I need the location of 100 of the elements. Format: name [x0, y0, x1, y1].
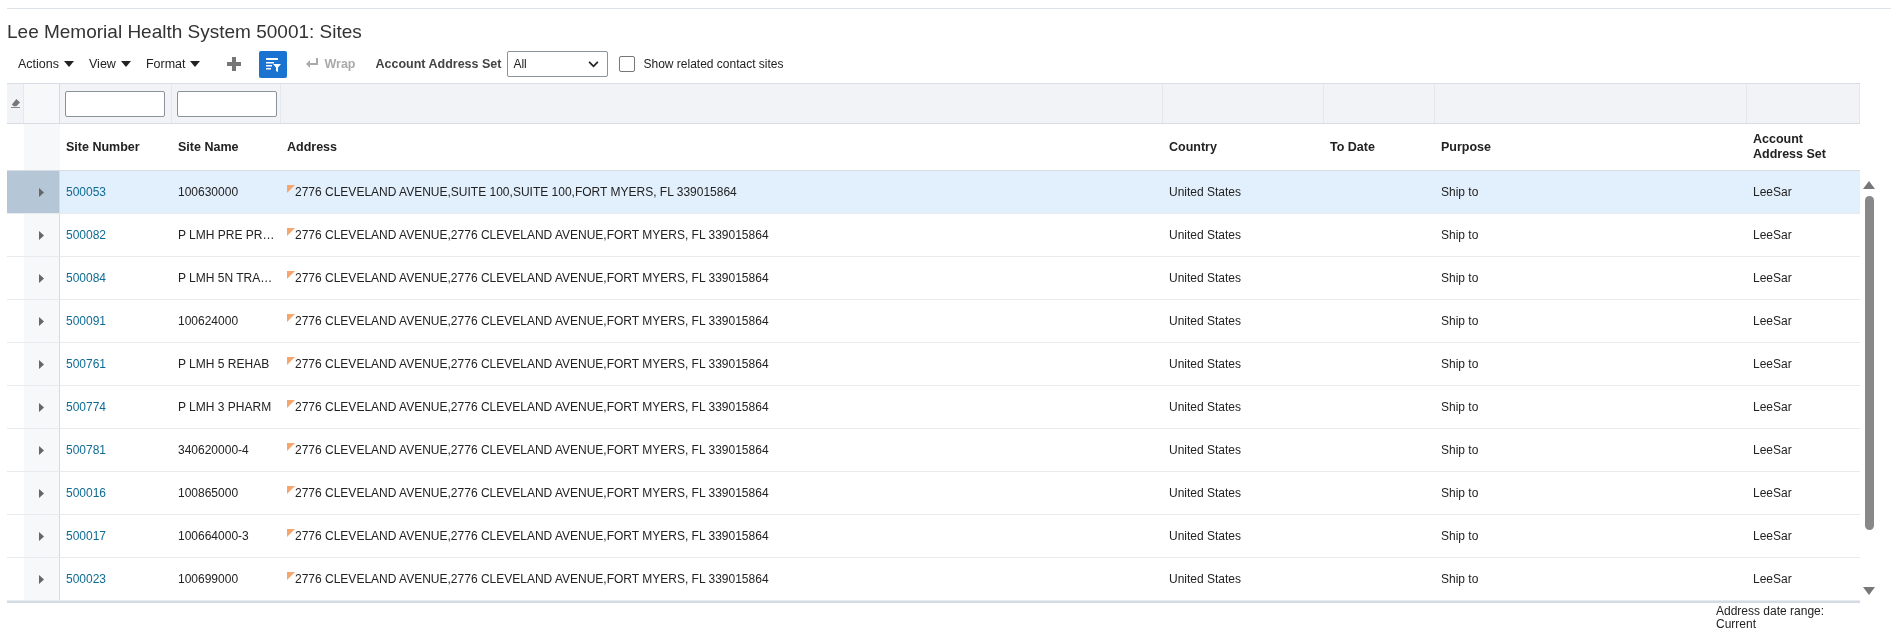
flag-icon — [287, 357, 295, 365]
address-set-cell: LeeSar — [1753, 486, 1792, 500]
site-name-cell: 100664000-3 — [178, 529, 249, 543]
site-name-cell: 100865000 — [178, 486, 239, 500]
menu-button[interactable]: Format — [135, 57, 206, 71]
filter-icon — [265, 56, 282, 72]
column-header[interactable]: Site Number — [66, 139, 140, 155]
flag-icon — [287, 529, 295, 537]
expand-triangle-icon[interactable] — [39, 402, 44, 412]
scroll-down-icon[interactable] — [1863, 587, 1875, 595]
table-row[interactable]: 500084 P LMH 5N TRA… 2776 CLEVELAND AVENUE,2776 CLEVELAND AVENUE,FORT MYERS, FL 339015864 United States Ship to LeeSar — [7, 257, 1860, 300]
address-cell: 2776 CLEVELAND AVENUE,2776 CLEVELAND AVENUE,FORT MYERS, FL 339015864 — [295, 271, 769, 285]
menu-button[interactable]: View — [79, 57, 136, 71]
site-number-link[interactable]: 500017 — [66, 529, 107, 543]
table-row[interactable]: 500053 100630000 2776 CLEVELAND AVENUE,SUITE 100,SUITE 100,FORT MYERS, FL 339015864 United States Ship to LeeSar — [7, 171, 1860, 214]
related-sites-checkbox[interactable] — [619, 56, 636, 72]
address-cell: 2776 CLEVELAND AVENUE,SUITE 100,SUITE 100,FORT MYERS, FL 339015864 — [295, 185, 737, 199]
table-row[interactable]: 500023 100699000 2776 CLEVELAND AVENUE,2776 CLEVELAND AVENUE,FORT MYERS, FL 339015864 United States Ship to LeeSar — [7, 558, 1860, 601]
table-row[interactable]: 500761 P LMH 5 REHAB 2776 CLEVELAND AVENUE,2776 CLEVELAND AVENUE,FORT MYERS, FL 339015864 United States Ship to LeeSar — [7, 343, 1860, 386]
column-header[interactable]: Site Name — [178, 139, 239, 155]
purpose-cell: Ship to — [1441, 228, 1479, 242]
column-header[interactable]: To Date — [1330, 139, 1375, 155]
flag-icon — [287, 185, 295, 193]
site-name-cell: P LMH 3 PHARM — [178, 400, 272, 414]
expand-triangle-icon[interactable] — [39, 187, 44, 197]
caret-icon — [64, 61, 74, 67]
row-selector-cell[interactable] — [7, 171, 24, 213]
country-cell: United States — [1169, 228, 1242, 242]
address-cell: 2776 CLEVELAND AVENUE,2776 CLEVELAND AVENUE,FORT MYERS, FL 339015864 — [295, 572, 769, 586]
address-set-label: Account Address Set — [375, 57, 502, 71]
site-number-link[interactable]: 500091 — [66, 314, 107, 328]
expand-triangle-icon[interactable] — [39, 531, 44, 541]
site-number-link[interactable]: 500781 — [66, 443, 107, 457]
purpose-cell: Ship to — [1441, 357, 1479, 371]
address-cell: 2776 CLEVELAND AVENUE,2776 CLEVELAND AVENUE,FORT MYERS, FL 339015864 — [295, 529, 769, 543]
address-cell: 2776 CLEVELAND AVENUE,2776 CLEVELAND AVENUE,FORT MYERS, FL 339015864 — [295, 228, 769, 242]
address-cell: 2776 CLEVELAND AVENUE,2776 CLEVELAND AVENUE,FORT MYERS, FL 339015864 — [295, 314, 769, 328]
purpose-cell: Ship to — [1441, 271, 1479, 285]
flag-icon — [287, 572, 295, 580]
site-number-link[interactable]: 500774 — [66, 400, 107, 414]
address-cell: 2776 CLEVELAND AVENUE,2776 CLEVELAND AVENUE,FORT MYERS, FL 339015864 — [295, 400, 769, 414]
scroll-up-icon[interactable] — [1863, 181, 1875, 189]
expand-triangle-icon[interactable] — [39, 273, 44, 283]
site-name-cell: P LMH 5 REHAB — [178, 357, 270, 371]
purpose-cell: Ship to — [1441, 185, 1479, 199]
flag-icon — [287, 486, 295, 494]
expand-triangle-icon[interactable] — [39, 445, 44, 455]
add-icon[interactable] — [227, 57, 242, 71]
table-row[interactable]: 500017 100664000-3 2776 CLEVELAND AVENUE,2776 CLEVELAND AVENUE,FORT MYERS, FL 339015864 United States Ship to LeeSar — [7, 515, 1860, 558]
site-number-link[interactable]: 500761 — [66, 357, 107, 371]
address-set-cell: LeeSar — [1753, 400, 1792, 414]
flag-icon — [287, 314, 295, 322]
site-number-link[interactable]: 500082 — [66, 228, 107, 242]
site-name-filter-field[interactable] — [177, 90, 277, 117]
expand-triangle-icon[interactable] — [39, 574, 44, 584]
address-cell: 2776 CLEVELAND AVENUE,2776 CLEVELAND AVENUE,FORT MYERS, FL 339015864 — [295, 357, 769, 371]
flag-icon — [287, 400, 295, 408]
expand-triangle-icon[interactable] — [39, 359, 44, 369]
purpose-cell: Ship to — [1441, 443, 1479, 457]
column-header[interactable]: Purpose — [1441, 139, 1491, 155]
filter-toggle-button[interactable] — [259, 50, 288, 78]
site-number-link[interactable]: 500016 — [66, 486, 107, 500]
site-name-cell: 100630000 — [178, 185, 239, 199]
table-row[interactable]: 500016 100865000 2776 CLEVELAND AVENUE,2776 CLEVELAND AVENUE,FORT MYERS, FL 339015864 United States Ship to LeeSar — [7, 472, 1860, 515]
flag-icon — [287, 271, 295, 279]
expand-triangle-icon[interactable] — [39, 230, 44, 240]
chevron-down-icon — [588, 60, 600, 68]
table-row[interactable]: 500091 100624000 2776 CLEVELAND AVENUE,2776 CLEVELAND AVENUE,FORT MYERS, FL 339015864 United States Ship to LeeSar — [7, 300, 1860, 343]
column-header[interactable]: Country — [1169, 139, 1217, 155]
site-number-filter-field[interactable] — [65, 90, 165, 117]
date-range-value: Current — [1716, 618, 1757, 631]
menu-button[interactable]: Actions — [7, 57, 79, 71]
site-number-link[interactable]: 500023 — [66, 572, 107, 586]
site-number-link[interactable]: 500084 — [66, 271, 107, 285]
table-row[interactable]: 500774 P LMH 3 PHARM 2776 CLEVELAND AVENUE,2776 CLEVELAND AVENUE,FORT MYERS, FL 339015864 United States Ship to LeeSar — [7, 386, 1860, 429]
address-cell: 2776 CLEVELAND AVENUE,2776 CLEVELAND AVENUE,FORT MYERS, FL 339015864 — [295, 486, 769, 500]
eraser-icon[interactable] — [10, 99, 20, 108]
address-cell: 2776 CLEVELAND AVENUE,2776 CLEVELAND AVENUE,FORT MYERS, FL 339015864 — [295, 443, 769, 457]
caret-icon — [120, 61, 131, 67]
related-sites-label[interactable]: Show related contact sites — [643, 57, 784, 71]
site-number-link[interactable]: 500053 — [66, 185, 107, 199]
site-name-cell: P LMH PRE PR… — [178, 228, 275, 242]
site-name-cell: 100624000 — [178, 314, 239, 328]
column-header[interactable]: Address — [287, 139, 338, 155]
expand-triangle-icon[interactable] — [39, 316, 44, 326]
country-cell: United States — [1169, 572, 1242, 586]
column-header[interactable]: Account Address Set — [1753, 132, 1843, 162]
address-set-cell: LeeSar — [1753, 314, 1792, 328]
purpose-cell: Ship to — [1441, 572, 1479, 586]
country-cell: United States — [1169, 486, 1242, 500]
address-set-select[interactable]: All — [507, 51, 609, 77]
address-set-cell: LeeSar — [1753, 443, 1792, 457]
address-set-cell: LeeSar — [1753, 572, 1792, 586]
table-row[interactable]: 500781 340620000-4 2776 CLEVELAND AVENUE,2776 CLEVELAND AVENUE,FORT MYERS, FL 339015864 United States Ship to LeeSar — [7, 429, 1860, 472]
caret-icon — [190, 61, 201, 67]
scrollbar-thumb[interactable] — [1864, 196, 1874, 530]
country-cell: United States — [1169, 271, 1242, 285]
expand-triangle-icon[interactable] — [39, 488, 44, 498]
table-row[interactable]: 500082 P LMH PRE PR… 2776 CLEVELAND AVENUE,2776 CLEVELAND AVENUE,FORT MYERS, FL 339015864 United States Ship to LeeSar — [7, 214, 1860, 257]
country-cell: United States — [1169, 400, 1242, 414]
